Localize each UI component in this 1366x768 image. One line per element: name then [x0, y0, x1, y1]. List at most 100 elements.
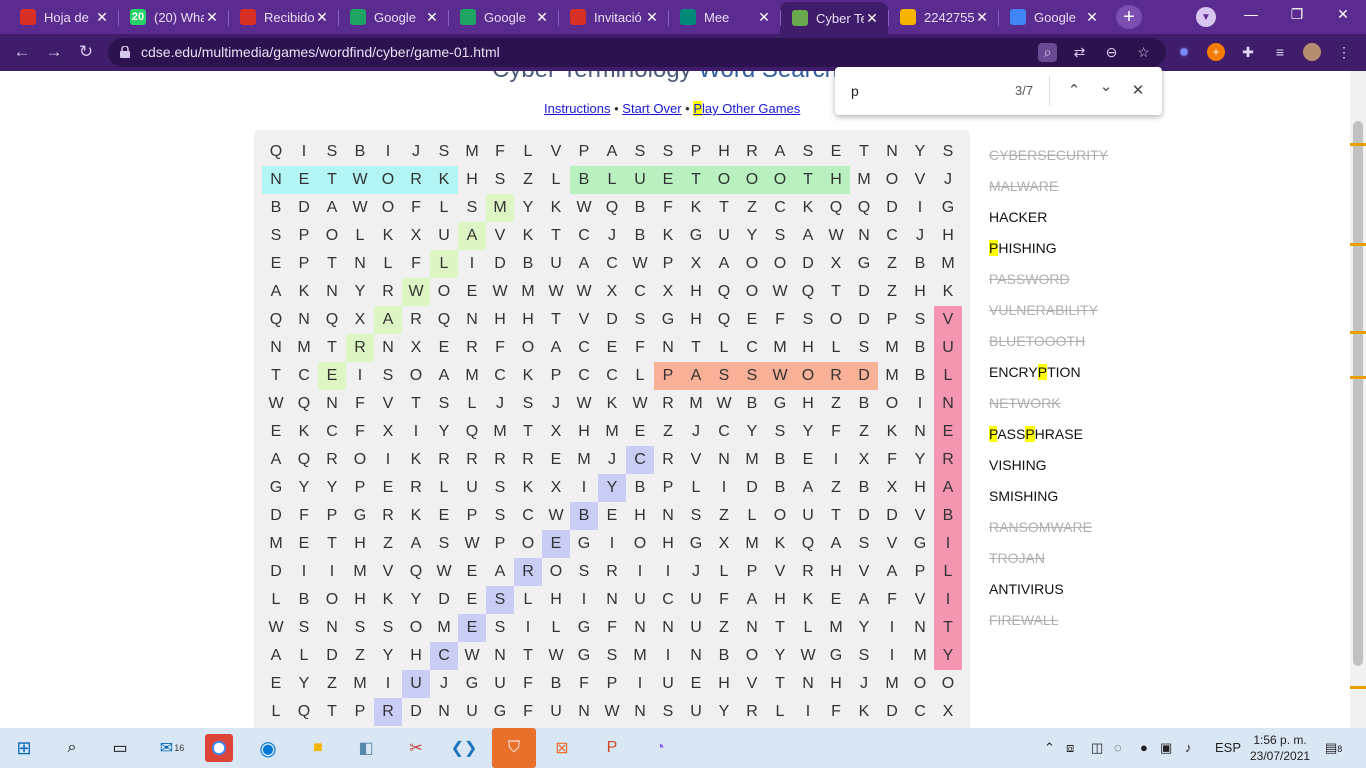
- grid-letter[interactable]: L: [514, 586, 542, 614]
- snipping-tool-icon[interactable]: ✂: [402, 734, 430, 762]
- grid-letter[interactable]: Y: [738, 222, 766, 250]
- grid-letter[interactable]: I: [374, 670, 402, 698]
- grid-letter[interactable]: N: [458, 306, 486, 334]
- grid-letter[interactable]: M: [290, 334, 318, 362]
- grid-letter[interactable]: B: [542, 670, 570, 698]
- grid-letter[interactable]: Y: [850, 614, 878, 642]
- grid-letter[interactable]: I: [290, 138, 318, 166]
- grid-letter[interactable]: B: [570, 502, 598, 530]
- grid-letter[interactable]: S: [374, 614, 402, 642]
- grid-letter[interactable]: S: [598, 642, 626, 670]
- grid-letter[interactable]: P: [654, 250, 682, 278]
- grid-letter[interactable]: M: [766, 334, 794, 362]
- chrome-taskbar-icon[interactable]: [205, 734, 233, 762]
- grid-letter[interactable]: S: [626, 138, 654, 166]
- grid-letter[interactable]: V: [682, 446, 710, 474]
- grid-letter[interactable]: N: [346, 250, 374, 278]
- grid-letter[interactable]: P: [542, 362, 570, 390]
- grid-letter[interactable]: O: [794, 362, 822, 390]
- grid-letter[interactable]: W: [542, 278, 570, 306]
- grid-letter[interactable]: O: [346, 446, 374, 474]
- grid-letter[interactable]: A: [318, 194, 346, 222]
- grid-letter[interactable]: I: [374, 446, 402, 474]
- grid-letter[interactable]: B: [906, 250, 934, 278]
- grid-letter[interactable]: K: [682, 194, 710, 222]
- vscode-icon[interactable]: ❮❯: [450, 734, 478, 762]
- grid-letter[interactable]: D: [598, 306, 626, 334]
- grid-letter[interactable]: O: [542, 558, 570, 586]
- grid-letter[interactable]: E: [794, 446, 822, 474]
- grid-letter[interactable]: L: [430, 250, 458, 278]
- grid-letter[interactable]: W: [766, 362, 794, 390]
- system-clock[interactable]: 1:56 p. m. 23/07/2021: [1250, 732, 1310, 764]
- grid-letter[interactable]: L: [598, 166, 626, 194]
- powerpoint-icon[interactable]: P: [598, 734, 626, 762]
- grid-letter[interactable]: R: [458, 334, 486, 362]
- grid-letter[interactable]: I: [458, 250, 486, 278]
- grid-letter[interactable]: W: [822, 222, 850, 250]
- grid-letter[interactable]: I: [374, 138, 402, 166]
- grid-letter[interactable]: Q: [290, 698, 318, 726]
- grid-letter[interactable]: R: [486, 446, 514, 474]
- grid-letter[interactable]: E: [318, 362, 346, 390]
- grid-letter[interactable]: G: [570, 614, 598, 642]
- grid-letter[interactable]: E: [262, 250, 290, 278]
- grid-letter[interactable]: S: [430, 390, 458, 418]
- grid-letter[interactable]: S: [262, 222, 290, 250]
- grid-letter[interactable]: G: [458, 670, 486, 698]
- find-input[interactable]: [851, 81, 1001, 101]
- grid-letter[interactable]: D: [850, 502, 878, 530]
- grid-letter[interactable]: X: [822, 250, 850, 278]
- grid-letter[interactable]: G: [262, 474, 290, 502]
- grid-letter[interactable]: J: [430, 670, 458, 698]
- grid-letter[interactable]: O: [374, 194, 402, 222]
- grid-letter[interactable]: E: [682, 670, 710, 698]
- grid-letter[interactable]: S: [486, 502, 514, 530]
- grid-letter[interactable]: E: [738, 306, 766, 334]
- grid-letter[interactable]: B: [514, 250, 542, 278]
- grid-letter[interactable]: P: [654, 362, 682, 390]
- grid-letter[interactable]: U: [402, 670, 430, 698]
- xampp-icon[interactable]: ⊠: [548, 734, 576, 762]
- grid-letter[interactable]: V: [374, 390, 402, 418]
- grid-letter[interactable]: U: [682, 586, 710, 614]
- grid-letter[interactable]: D: [850, 278, 878, 306]
- grid-letter[interactable]: I: [906, 194, 934, 222]
- grid-letter[interactable]: O: [766, 250, 794, 278]
- grid-letter[interactable]: L: [766, 698, 794, 726]
- grid-letter[interactable]: K: [766, 530, 794, 558]
- grid-letter[interactable]: S: [934, 138, 962, 166]
- grid-letter[interactable]: A: [402, 530, 430, 558]
- grid-letter[interactable]: M: [738, 530, 766, 558]
- grid-letter[interactable]: K: [290, 418, 318, 446]
- grid-letter[interactable]: S: [850, 642, 878, 670]
- grid-letter[interactable]: K: [598, 390, 626, 418]
- grid-letter[interactable]: M: [514, 278, 542, 306]
- grid-letter[interactable]: B: [710, 642, 738, 670]
- browser-tab[interactable]: Google ✕: [338, 4, 448, 30]
- chrome-menu-icon[interactable]: ⋮: [1335, 43, 1353, 61]
- grid-letter[interactable]: F: [626, 334, 654, 362]
- language-indicator[interactable]: ESP: [1215, 740, 1241, 755]
- grid-letter[interactable]: N: [290, 306, 318, 334]
- grid-letter[interactable]: K: [514, 474, 542, 502]
- grid-letter[interactable]: N: [626, 614, 654, 642]
- grid-letter[interactable]: E: [822, 138, 850, 166]
- grid-letter[interactable]: E: [262, 418, 290, 446]
- grid-letter[interactable]: G: [682, 530, 710, 558]
- grid-letter[interactable]: W: [262, 390, 290, 418]
- grid-letter[interactable]: U: [682, 698, 710, 726]
- grid-letter[interactable]: F: [514, 670, 542, 698]
- grid-letter[interactable]: Y: [766, 642, 794, 670]
- grid-letter[interactable]: W: [710, 390, 738, 418]
- grid-letter[interactable]: R: [402, 166, 430, 194]
- forward-button[interactable]: →: [44, 42, 64, 62]
- grid-letter[interactable]: Q: [710, 306, 738, 334]
- grid-letter[interactable]: C: [570, 222, 598, 250]
- grid-letter[interactable]: C: [570, 334, 598, 362]
- grid-letter[interactable]: G: [570, 642, 598, 670]
- grid-letter[interactable]: A: [934, 474, 962, 502]
- grid-letter[interactable]: S: [514, 390, 542, 418]
- grid-letter[interactable]: D: [738, 474, 766, 502]
- grid-letter[interactable]: U: [654, 670, 682, 698]
